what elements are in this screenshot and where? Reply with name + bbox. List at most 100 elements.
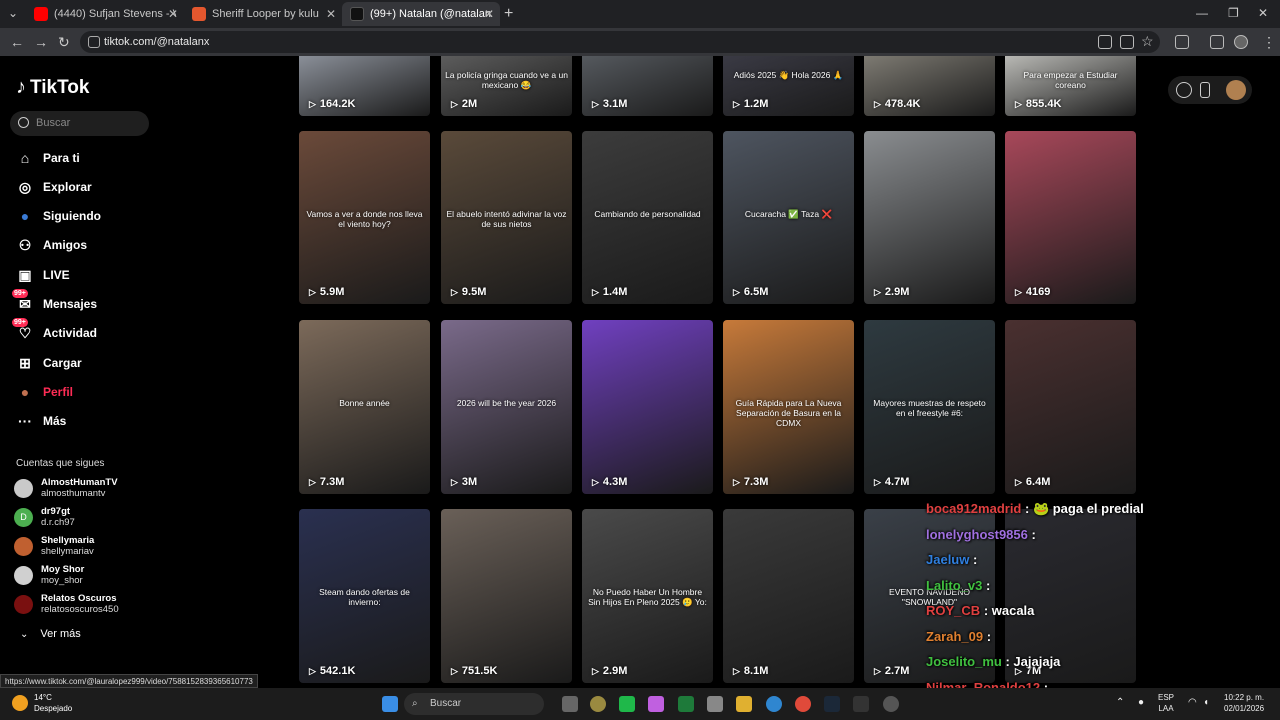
forward-icon[interactable]: →: [34, 34, 48, 50]
back-icon[interactable]: ←: [10, 34, 24, 50]
chrome-icon[interactable]: [795, 696, 811, 712]
view-count: ▷ 2.9M: [592, 665, 627, 677]
app-icon[interactable]: [590, 696, 606, 712]
file-explorer-icon[interactable]: [736, 696, 752, 712]
video-thumbnail[interactable]: Adiós 2025 👋 Hola 2026 🙏 ▷ 1.2M: [723, 56, 854, 116]
reload-icon[interactable]: ↻: [58, 34, 70, 51]
close-window-icon[interactable]: ✕: [1258, 6, 1268, 20]
video-thumbnail[interactable]: Steam dando ofertas de invierno: ▷ 542.1K: [299, 509, 430, 683]
followed-account[interactable]: Moy Shor moy_shor: [14, 562, 84, 588]
app-icon[interactable]: [853, 696, 869, 712]
search-input[interactable]: Buscar: [10, 111, 149, 136]
translate-icon[interactable]: [1098, 35, 1112, 49]
nav-para-ti[interactable]: ⌂ Para ti: [16, 148, 80, 168]
wifi-icon[interactable]: ◠: [1188, 697, 1197, 708]
nav-cargar[interactable]: ⊞ Cargar: [16, 353, 82, 373]
tiktok-logo[interactable]: ♪ TikTok: [16, 76, 89, 99]
microphone-icon[interactable]: ●: [1138, 697, 1144, 708]
nav-mas[interactable]: ··· Más: [16, 411, 66, 431]
nav-amigos[interactable]: ⚇ Amigos: [16, 235, 87, 255]
video-thumbnail[interactable]: ▷ 751.5K: [441, 509, 572, 683]
view-count-value: 4169: [1025, 286, 1051, 298]
page-favicon-icon: [192, 7, 206, 21]
site-info-icon[interactable]: [88, 36, 100, 48]
url-field[interactable]: tiktok.com/@natalanx: [80, 31, 1160, 53]
video-thumbnail[interactable]: Guía Rápida para La Nueva Separación de …: [723, 320, 854, 494]
video-thumbnail[interactable]: ▷ 4.3M: [582, 320, 713, 494]
video-caption: Steam dando ofertas de invierno:: [319, 587, 410, 608]
tray-chevron-icon[interactable]: ⌃: [1116, 697, 1124, 708]
followed-account[interactable]: Relatos Oscuros relatososcuros450: [14, 591, 119, 617]
nav-mensajes[interactable]: ✉ 99+ Mensajes: [12, 289, 97, 314]
nav-label: Cargar: [43, 356, 82, 370]
volume-icon[interactable]: ◖: [1203, 697, 1209, 708]
menu-kebab-icon[interactable]: ⋮: [1262, 34, 1276, 51]
close-tab-icon[interactable]: ✕: [168, 7, 178, 21]
view-count-value: 5.9M: [319, 286, 345, 298]
taskbar-search[interactable]: ⌕ Buscar: [404, 693, 544, 715]
video-thumbnail[interactable]: Vamos a ver a donde nos lleva el viento …: [299, 131, 430, 304]
video-thumbnail[interactable]: ▷ 8.1M: [723, 509, 854, 683]
task-view-icon[interactable]: [562, 696, 578, 712]
new-tab-button[interactable]: +: [504, 5, 513, 23]
app-icon[interactable]: [707, 696, 723, 712]
nav-perfil[interactable]: ● Perfil: [16, 382, 73, 402]
app-icon[interactable]: [619, 696, 635, 712]
mobile-icon[interactable]: [1200, 82, 1210, 98]
see-more-link[interactable]: ⌄ Ver más: [20, 628, 81, 640]
clock[interactable]: 10:22 p. m. 02/01/2026: [1224, 692, 1264, 714]
extensions-icon[interactable]: [1175, 35, 1189, 49]
video-thumbnail[interactable]: Para empezar a Estudiar coreano ▷ 855.4K: [1005, 56, 1136, 116]
video-thumbnail[interactable]: ▷ 164.2K: [299, 56, 430, 116]
profile-avatar-icon[interactable]: [1234, 35, 1248, 49]
windows-start-icon[interactable]: [382, 696, 398, 712]
video-thumbnail[interactable]: No Puedo Haber Un Hombre Sin Hijos En Pl…: [582, 509, 713, 683]
notification-badge: 99+: [12, 318, 28, 327]
view-count-value: 1.4M: [602, 286, 628, 298]
minimize-icon[interactable]: —: [1196, 6, 1208, 20]
close-tab-icon[interactable]: ✕: [484, 7, 494, 21]
tab-youtube[interactable]: (4440) Sufjan Stevens - Visions ✕: [26, 4, 184, 24]
nav-explorar[interactable]: ◎ Explorar: [16, 177, 92, 197]
followed-account[interactable]: Shellymaria shellymariav: [14, 533, 94, 559]
video-thumbnail[interactable]: ▷ 2.9M: [864, 131, 995, 304]
followed-account[interactable]: AlmostHumanTV almosthumantv: [14, 475, 118, 501]
chat-user: Zarah_09: [926, 628, 984, 644]
reading-list-icon[interactable]: [1210, 35, 1224, 49]
url-text: tiktok.com/@natalanx: [104, 36, 210, 48]
bookmark-star-icon[interactable]: ☆: [1141, 33, 1154, 50]
video-thumbnail[interactable]: ▷ 6.4M: [1005, 320, 1136, 494]
chevron-down-icon: ⌄: [20, 628, 29, 640]
copilot-icon[interactable]: [648, 696, 664, 712]
avatar: [14, 536, 33, 556]
tab-search-icon[interactable]: ⌄: [8, 6, 18, 20]
cast-icon[interactable]: [1120, 35, 1134, 49]
explore-icon[interactable]: [1176, 82, 1192, 98]
video-thumbnail[interactable]: ▷ 4169: [1005, 131, 1136, 304]
video-thumbnail[interactable]: Bonne année ▷ 7.3M: [299, 320, 430, 494]
nav-actividad[interactable]: ♡ 99+ Actividad: [12, 318, 97, 343]
tab-sheriff-looper[interactable]: Sheriff Looper by kulu ✕: [184, 4, 342, 24]
followed-account[interactable]: D dr97gt d.r.ch97: [14, 504, 75, 530]
excel-icon[interactable]: [678, 696, 694, 712]
video-thumbnail[interactable]: Cambiando de personalidad ▷ 1.4M: [582, 131, 713, 304]
nav-siguiendo[interactable]: ● Siguiendo: [16, 206, 101, 226]
weather-widget[interactable]: 14°C Despejado: [12, 692, 72, 714]
video-thumbnail[interactable]: Cucaracha ✅ Taza ❌ ▷ 6.5M: [723, 131, 854, 304]
video-thumbnail[interactable]: ▷ 3.1M: [582, 56, 713, 116]
video-thumbnail[interactable]: La policía gringa cuando ve a un mexican…: [441, 56, 572, 116]
close-tab-icon[interactable]: ✕: [326, 7, 336, 21]
video-thumbnail[interactable]: Mayores muestras de respeto en el freest…: [864, 320, 995, 494]
video-thumbnail[interactable]: ▷ 478.4K: [864, 56, 995, 116]
tab-tiktok[interactable]: (99+) Natalan (@natalanx) | TikT ✕: [342, 2, 500, 26]
maximize-icon[interactable]: ❐: [1228, 6, 1239, 20]
nav-live[interactable]: ▣ LIVE: [16, 265, 69, 285]
video-caption: La policía gringa cuando ve a un mexican…: [445, 70, 568, 90]
video-thumbnail[interactable]: 2026 will be the year 2026 ▷ 3M: [441, 320, 572, 494]
avatar[interactable]: [1226, 80, 1246, 100]
edge-icon[interactable]: [766, 696, 782, 712]
steam-icon[interactable]: [824, 696, 840, 712]
video-thumbnail[interactable]: El abuelo intentó adivinar la voz de sus…: [441, 131, 572, 304]
app-icon[interactable]: [883, 696, 899, 712]
input-language[interactable]: ESP LAA: [1158, 692, 1174, 714]
